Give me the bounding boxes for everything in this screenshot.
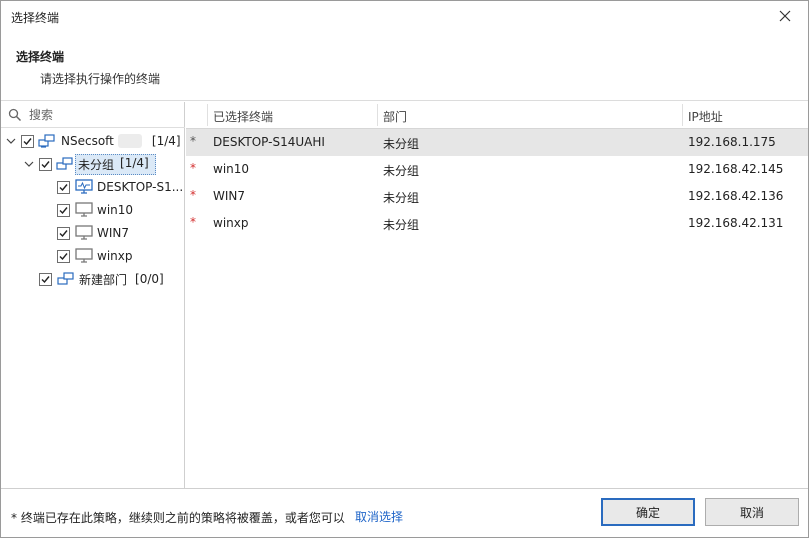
overwrite-warning: * 终端已存在此策略，继续则之前的策略将被覆盖，或者您可以 (11, 511, 345, 525)
check-icon (59, 183, 68, 191)
dialog-header: 选择终端 请选择执行操作的终端 (1, 33, 808, 101)
check-icon (59, 206, 68, 214)
cell-name: winxp (213, 216, 249, 230)
monitor-active-icon (75, 179, 93, 194)
deselect-link[interactable]: 取消选择 (355, 508, 403, 525)
tree-item-label: winxp (97, 249, 133, 263)
monitor-icon (75, 248, 93, 263)
tree-root-label: NSecsoft (61, 134, 114, 148)
terminal-tree-panel: NSecsoft [1/4] 未分组 [1/4] (1, 102, 185, 488)
cancel-button[interactable]: 取消 (705, 498, 799, 526)
cell-dept: 未分组 (383, 218, 420, 232)
tree-item-label: DESKTOP-S1... (97, 180, 184, 194)
tree-item[interactable]: winxp (57, 245, 132, 267)
window-title: 选择终端 (11, 11, 60, 25)
col-header-dept[interactable]: 部门 (383, 108, 407, 125)
tree-root-count: [1/4] (151, 134, 181, 148)
monitor-icon (75, 225, 93, 240)
selected-terminals-table: 已选择终端 部门 IP地址 * DESKTOP-S14UAHI 未分组 192.… (186, 102, 808, 488)
header-subtitle: 请选择执行操作的终端 (40, 72, 161, 86)
tree-group-label: 未分组 (78, 157, 115, 172)
item-checkbox[interactable] (57, 180, 70, 194)
table-row[interactable]: * winxp 未分组 192.168.42.131 (186, 210, 808, 237)
ok-button[interactable]: 确定 (601, 498, 695, 526)
table-row[interactable]: * win10 未分组 192.168.42.145 (186, 156, 808, 183)
group-checkbox[interactable] (39, 157, 52, 171)
tree-node-root[interactable]: NSecsoft [1/4] (5, 130, 183, 152)
dialog-footer: * 终端已存在此策略，继续则之前的策略将被覆盖，或者您可以 取消选择 确定 取消 (1, 488, 808, 537)
row-marker: * (190, 161, 196, 175)
table-header: 已选择终端 部门 IP地址 (186, 102, 808, 129)
check-icon (23, 137, 32, 145)
select-terminal-dialog: 选择终端 选择终端 请选择执行操作的终端 NSe (0, 0, 809, 538)
column-divider[interactable] (207, 104, 208, 126)
table-row[interactable]: * DESKTOP-S14UAHI 未分组 192.168.1.175 (186, 129, 808, 156)
tree-item-label: WIN7 (97, 226, 130, 240)
cell-dept: 未分组 (383, 137, 420, 151)
search-input[interactable] (29, 107, 179, 123)
check-icon (41, 160, 50, 168)
tree-item-label: win10 (97, 203, 134, 217)
row-marker: * (190, 215, 196, 229)
item-checkbox[interactable] (57, 203, 70, 217)
check-icon (41, 275, 50, 283)
row-marker: * (190, 188, 196, 202)
column-divider[interactable] (682, 104, 683, 126)
cell-ip: 192.168.42.131 (688, 216, 784, 230)
network-icon (38, 134, 55, 148)
tree-dept-label: 新建部门 (79, 272, 128, 287)
tree-group-selection[interactable]: 未分组 [1/4] (75, 153, 156, 175)
tree-item[interactable]: WIN7 (57, 222, 129, 244)
tree-group-count: [1/4] (120, 155, 149, 170)
check-icon (59, 229, 68, 237)
tree-dept-count: [0/0] (135, 272, 164, 286)
cell-ip: 192.168.1.175 (688, 135, 776, 149)
tree-item[interactable]: win10 (57, 199, 133, 221)
blurred-text (117, 134, 142, 148)
dept-checkbox[interactable] (39, 272, 52, 286)
department-icon (57, 272, 74, 285)
header-title: 选择终端 (16, 50, 65, 64)
search-icon (8, 108, 22, 122)
col-header-selected[interactable]: 已选择终端 (213, 108, 273, 125)
column-divider[interactable] (377, 104, 378, 126)
tree-node-ungrouped[interactable]: 未分组 [1/4] (23, 153, 185, 175)
group-icon (56, 157, 73, 170)
chevron-down-icon[interactable] (5, 135, 17, 147)
chevron-down-icon[interactable] (23, 158, 35, 170)
search-bar (1, 102, 185, 128)
close-icon[interactable] (776, 7, 794, 25)
title-bar: 选择终端 (1, 1, 808, 33)
cell-name: DESKTOP-S14UAHI (213, 135, 325, 149)
cell-dept: 未分组 (383, 164, 420, 178)
cell-name: win10 (213, 162, 250, 176)
item-checkbox[interactable] (57, 249, 70, 263)
check-icon (59, 252, 68, 260)
col-header-ip[interactable]: IP地址 (688, 108, 723, 125)
root-checkbox[interactable] (21, 134, 34, 148)
tree-item[interactable]: DESKTOP-S1... (57, 176, 183, 198)
tree-node-new-dept[interactable]: 新建部门 [0/0] (39, 268, 164, 290)
cell-ip: 192.168.42.145 (688, 162, 784, 176)
row-marker: * (190, 134, 196, 148)
cell-ip: 192.168.42.136 (688, 189, 784, 203)
cell-dept: 未分组 (383, 191, 420, 205)
cell-name: WIN7 (213, 189, 246, 203)
table-row[interactable]: * WIN7 未分组 192.168.42.136 (186, 183, 808, 210)
monitor-icon (75, 202, 93, 217)
item-checkbox[interactable] (57, 226, 70, 240)
